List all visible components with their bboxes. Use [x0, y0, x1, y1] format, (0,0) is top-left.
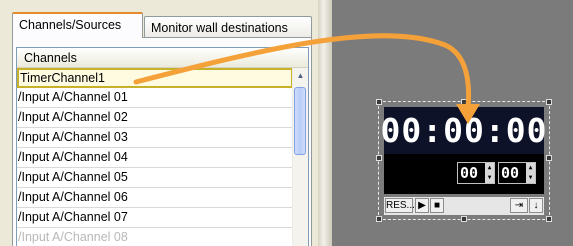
resize-handle[interactable] [546, 99, 552, 105]
resize-handle[interactable] [461, 99, 467, 105]
tab-page: Channels TimerChannel1 /Input A/Channel … [12, 37, 312, 246]
arrow-up-icon[interactable]: ▲ [293, 68, 308, 83]
tab-channels-sources[interactable]: Channels/Sources [12, 12, 143, 38]
list-item[interactable]: /Input A/Channel 08 [17, 228, 293, 246]
seconds-value: 00 [501, 164, 520, 182]
resize-handle[interactable] [376, 99, 382, 105]
minutes-spin-arrows[interactable]: ▲ ▼ [485, 163, 494, 183]
list-item[interactable]: /Input A/Channel 06 [17, 188, 293, 208]
list-item-timer-channel[interactable]: TimerChannel1 [17, 68, 293, 88]
tab-strip: Channels/Sources Monitor wall destinatio… [12, 12, 312, 38]
seconds-spin-arrows[interactable]: ▲ ▼ [526, 163, 535, 183]
list-item[interactable]: /Input A/Channel 07 [17, 208, 293, 228]
timer-widget[interactable]: 00:00:00 00 ▲ ▼ 00 ▲ ▼ RES... ▶ ■ ⇥ ↓ [376, 99, 552, 222]
timer-controls: RES... ▶ ■ ⇥ ↓ [384, 197, 544, 215]
list-item[interactable]: /Input A/Channel 02 [17, 108, 293, 128]
screen-root: Channels/Sources Monitor wall destinatio… [0, 0, 573, 246]
scroll-thumb[interactable] [294, 87, 306, 155]
reset-button[interactable]: RES... [385, 198, 415, 213]
minutes-stepper[interactable]: 00 ▲ ▼ [457, 162, 495, 184]
channel-list[interactable]: Channels TimerChannel1 /Input A/Channel … [16, 47, 309, 246]
resize-handle[interactable] [376, 155, 382, 161]
vertical-scrollbar[interactable]: ▲ [292, 68, 308, 246]
resize-handle[interactable] [546, 155, 552, 161]
skip-to-end-icon[interactable]: ⇥ [510, 198, 528, 213]
list-item[interactable]: /Input A/Channel 04 [17, 148, 293, 168]
stop-icon[interactable]: ■ [430, 198, 444, 213]
source-panel: Channels/Sources Monitor wall destinatio… [0, 0, 318, 246]
seconds-stepper[interactable]: 00 ▲ ▼ [498, 162, 536, 184]
timer-display: 00:00:00 [381, 107, 546, 154]
resize-handle[interactable] [546, 216, 552, 222]
play-icon[interactable]: ▶ [415, 198, 429, 213]
resize-handle[interactable] [461, 216, 467, 222]
list-item[interactable]: /Input A/Channel 05 [17, 168, 293, 188]
list-header[interactable]: Channels [17, 48, 308, 68]
timer-setup: 00 ▲ ▼ 00 ▲ ▼ [384, 154, 544, 194]
list-item[interactable]: /Input A/Channel 01 [17, 88, 293, 108]
tab-monitor-wall-destinations[interactable]: Monitor wall destinations [144, 16, 312, 38]
list-item[interactable]: /Input A/Channel 03 [17, 128, 293, 148]
arrow-down-icon[interactable]: ↓ [529, 198, 543, 213]
minutes-value: 00 [460, 164, 479, 182]
resize-handle[interactable] [376, 216, 382, 222]
panel-splitter[interactable] [318, 0, 332, 246]
